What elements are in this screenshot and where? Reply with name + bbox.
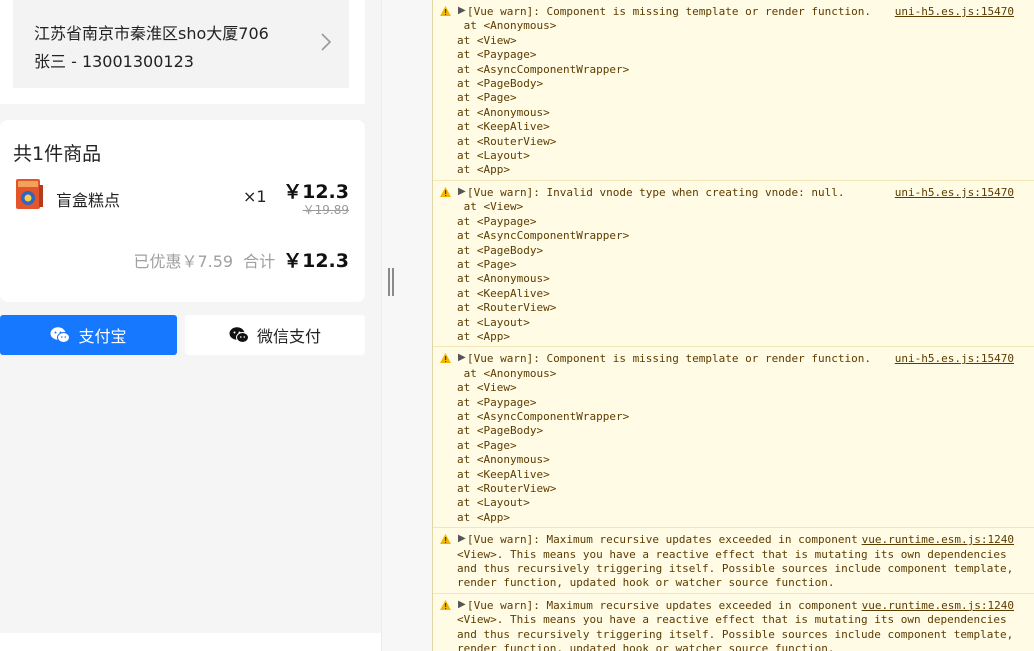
- warning-icon: [440, 534, 451, 545]
- order-count: 共1件商品: [13, 143, 102, 165]
- stack-frame: at <AsyncComponentWrapper>: [457, 229, 630, 243]
- expand-caret-icon[interactable]: ▶: [458, 352, 466, 363]
- expand-caret-icon[interactable]: ▶: [458, 5, 466, 16]
- stack-frame: at <Anonymous>: [457, 272, 550, 286]
- console-warning-entry[interactable]: ▶ uni-h5.es.js:15470 [Vue warn]: Component…: [433, 347, 1034, 529]
- stack-frame: at <RouterView>: [457, 301, 557, 315]
- product-thumbnail[interactable]: [13, 177, 45, 213]
- chevron-right-icon: [321, 33, 332, 51]
- stack-frame: at <Layout>: [457, 149, 530, 163]
- stack-frame: at <KeepAlive>: [457, 120, 550, 134]
- stack-frame: at <PageBody>: [457, 77, 544, 91]
- stack-frame: at <AsyncComponentWrapper>: [457, 409, 630, 423]
- stack-frame: at <Page>: [457, 438, 517, 452]
- stack-frame: at <Page>: [457, 91, 517, 105]
- stack-frame: at <Anonymous>: [457, 366, 557, 380]
- stack-frame: at <Paypage>: [457, 214, 537, 228]
- address-line: 江苏省南京市秦淮区sho大厦706: [34, 24, 269, 43]
- address-selector[interactable]: 江苏省南京市秦淮区sho大厦706 张三 - 13001300123: [13, 0, 349, 88]
- alipay-label: 支付宝: [78, 327, 127, 346]
- panel-resize-handle[interactable]: [388, 268, 395, 296]
- product-original-price: ￥19.89: [302, 203, 349, 217]
- warning-icon: [440, 599, 451, 610]
- order-total: ￥12.3: [283, 250, 349, 272]
- address-card: 江苏省南京市秦淮区sho大厦706 张三 - 13001300123: [0, 0, 365, 104]
- console-warning-entry[interactable]: ▶ uni-h5.es.js:15470 [Vue warn]: Invalid v…: [433, 181, 1034, 348]
- expand-caret-icon[interactable]: ▶: [458, 533, 466, 544]
- stack-frame: at <RouterView>: [457, 134, 557, 148]
- panel-gutter: [381, 0, 432, 651]
- stack-frame: at <Layout>: [457, 315, 530, 329]
- stack-frame: at <Page>: [457, 257, 517, 271]
- product-price: ￥12.3: [283, 181, 349, 203]
- stack-frame: at <View>: [457, 33, 517, 47]
- product-name: 盲盒糕点: [56, 191, 121, 210]
- console-warning-entry[interactable]: ▶ uni-h5.es.js:15470 [Vue warn]: Component…: [433, 0, 1034, 181]
- stack-frame: at <PageBody>: [457, 424, 544, 438]
- wechat-icon: [229, 327, 249, 343]
- stack-frame: at <View>: [457, 381, 517, 395]
- order-summary-card: 共1件商品 盲盒糕点 ×1 ￥12.3 ￥19.89 已优惠￥7.59 合计 ￥…: [0, 120, 365, 302]
- stack-frame: at <View>: [457, 200, 524, 214]
- warning-icon: [440, 6, 451, 16]
- warning-icon: [440, 353, 451, 364]
- console-warning-entry[interactable]: ▶ vue.runtime.esm.js:1240 [Vue warn]: Maxi…: [433, 528, 1034, 594]
- devtools-console: ▶ uni-h5.es.js:15470 [Vue warn]: Component…: [432, 0, 1034, 651]
- stack-frame: at <KeepAlive>: [457, 286, 550, 300]
- expand-caret-icon[interactable]: ▶: [458, 186, 466, 197]
- product-quantity: ×1: [243, 187, 267, 206]
- alipay-button[interactable]: 支付宝: [0, 315, 177, 355]
- source-link[interactable]: vue.runtime.esm.js:1240: [862, 533, 1014, 547]
- stack-frame: at <Anonymous>: [457, 105, 550, 119]
- warning-icon: [440, 186, 451, 197]
- source-link[interactable]: uni-h5.es.js:15470: [895, 352, 1014, 366]
- discount-text: 已优惠￥7.59: [133, 252, 234, 271]
- warning-message-continuation: <View>. This means you have a reactive e…: [457, 613, 1020, 651]
- address-contact: 张三 - 13001300123: [34, 52, 194, 71]
- stack-frame: at <PageBody>: [457, 243, 544, 257]
- stack-frame: at <App>: [457, 163, 510, 177]
- source-link[interactable]: uni-h5.es.js:15470: [895, 186, 1014, 200]
- stack-frame: at <AsyncComponentWrapper>: [457, 62, 630, 76]
- stack-frame: at <Paypage>: [457, 48, 537, 62]
- stack-frame: at <Layout>: [457, 496, 530, 510]
- stack-frame: at <RouterView>: [457, 482, 557, 495]
- source-link[interactable]: uni-h5.es.js:15470: [895, 5, 1014, 19]
- wechat-pay-button[interactable]: 微信支付: [185, 315, 365, 355]
- wechat-icon: [50, 327, 71, 343]
- mobile-app-preview: 江苏省南京市秦淮区sho大厦706 张三 - 13001300123 共1件商品…: [0, 0, 381, 651]
- expand-caret-icon[interactable]: ▶: [458, 599, 466, 610]
- source-link[interactable]: vue.runtime.esm.js:1240: [862, 599, 1014, 613]
- stack-frame: at <Paypage>: [457, 395, 537, 409]
- console-warning-entry[interactable]: ▶ vue.runtime.esm.js:1240 [Vue warn]: Maxi…: [433, 594, 1034, 651]
- stack-frame: at <Anonymous>: [457, 453, 550, 467]
- stack-frame: at <App>: [457, 329, 510, 343]
- total-label: 合计: [243, 252, 276, 271]
- order-total-row: 已优惠￥7.59 合计 ￥12.3: [133, 246, 349, 273]
- stack-frame: at <Anonymous>: [457, 19, 557, 33]
- app-bottom-bar: [0, 633, 381, 651]
- wechat-pay-label: 微信支付: [256, 327, 321, 346]
- stack-frame: at <App>: [457, 510, 510, 524]
- warning-message-continuation: <View>. This means you have a reactive e…: [457, 547, 1020, 590]
- stack-frame: at <KeepAlive>: [457, 467, 550, 481]
